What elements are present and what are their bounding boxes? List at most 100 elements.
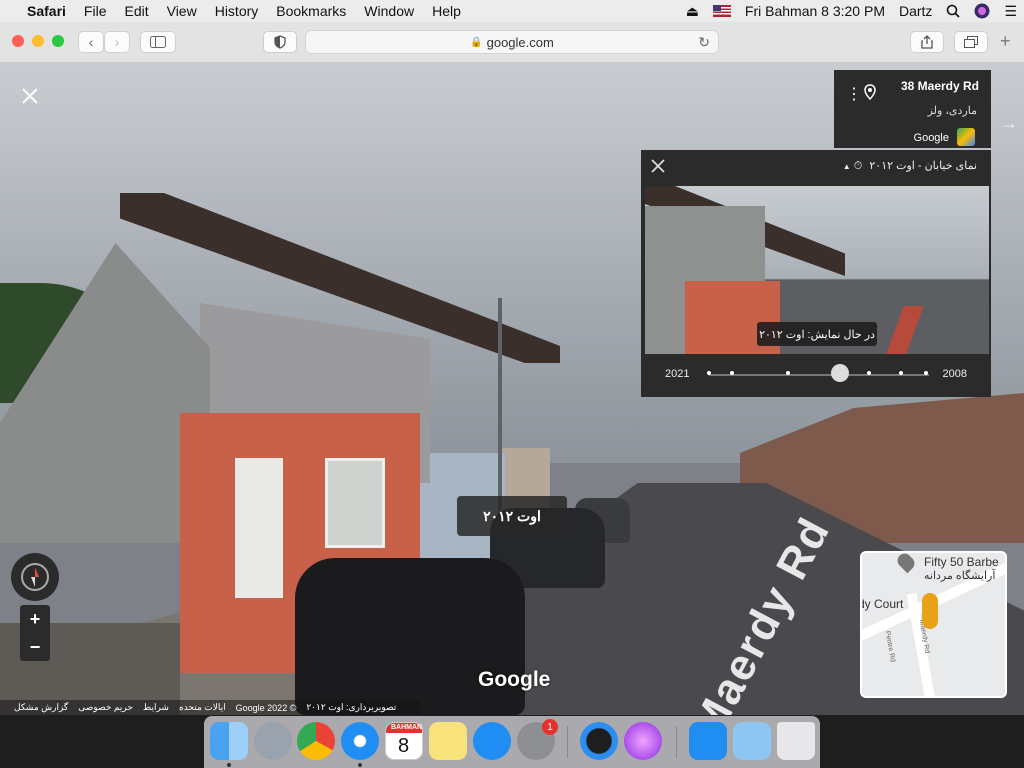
tabs-icon xyxy=(964,36,978,48)
history-icon: ⏱ xyxy=(853,160,863,172)
calendar-icon[interactable]: BAHMAN 8 xyxy=(385,722,423,760)
caret-up-icon: ▲ xyxy=(842,162,851,171)
timeline-track[interactable] xyxy=(709,374,929,376)
address-card: ⋮ 38 Maerdy Rd ماردی، ولز Google xyxy=(834,70,991,148)
chrome-icon[interactable] xyxy=(297,722,335,760)
finder-icon[interactable] xyxy=(210,722,248,760)
compass-icon xyxy=(21,563,49,591)
shield-icon xyxy=(274,35,286,49)
tab-overview-button[interactable] xyxy=(954,31,988,53)
running-indicator xyxy=(227,763,231,767)
minimize-window-button[interactable] xyxy=(32,35,44,47)
scene-window xyxy=(325,458,385,548)
close-time-machine-button[interactable] xyxy=(651,156,665,179)
app-store-icon[interactable] xyxy=(473,722,511,760)
arrow-right-icon[interactable]: → xyxy=(1000,113,1018,134)
street-view-panorama[interactable]: Maerdy Rd اوت ۲۰۱۲ Google + − تصویربردار… xyxy=(0,63,1024,715)
siri-icon[interactable] xyxy=(967,3,997,19)
running-indicator xyxy=(358,763,362,767)
flag-icon[interactable] xyxy=(706,5,738,17)
dock: BAHMAN 8 xyxy=(204,716,820,768)
safari-icon[interactable] xyxy=(341,722,379,760)
scene-lamppost xyxy=(498,298,502,528)
more-options-icon[interactable]: ⋮ xyxy=(846,84,862,104)
forward-button[interactable]: › xyxy=(104,31,130,53)
notification-badge: 1 xyxy=(542,719,558,735)
timeline-stop[interactable] xyxy=(786,371,790,375)
time-machine-tooltip: در حال نمایش: اوت ۲۰۱۲ xyxy=(757,322,877,346)
menu-user[interactable]: Dartz xyxy=(892,3,939,19)
map-pin-icon[interactable] xyxy=(894,553,918,574)
lock-icon: 🔒 xyxy=(470,36,483,48)
menu-clock[interactable]: Fri Bahman 8 3:20 PM xyxy=(738,3,892,19)
map-footer: تصویربرداری: اوت ۲۰۱۲ © 2022 Google ایال… xyxy=(0,700,420,715)
google-maps-icon[interactable] xyxy=(957,128,975,146)
notes-icon[interactable] xyxy=(429,722,467,760)
eject-icon[interactable]: ⏏ xyxy=(679,3,706,20)
timeline-stop[interactable] xyxy=(867,371,871,375)
menu-history[interactable]: History xyxy=(206,3,268,19)
chevron-left-icon: ‹ xyxy=(88,34,94,50)
browser-toolbar: ‹ › 🔒 google.com ↻ + xyxy=(0,22,1024,63)
scene-door xyxy=(235,458,283,598)
zoom-out-button[interactable]: − xyxy=(30,637,41,658)
menu-help[interactable]: Help xyxy=(423,3,470,19)
address-bar[interactable]: 🔒 google.com ↻ xyxy=(305,30,719,54)
zoom-in-button[interactable]: + xyxy=(30,609,41,630)
menu-window[interactable]: Window xyxy=(355,3,423,19)
menu-app-safari[interactable]: Safari xyxy=(18,3,75,19)
reload-icon[interactable]: ↻ xyxy=(698,34,710,51)
share-button[interactable] xyxy=(910,31,944,53)
footer-copyright: © 2022 Google xyxy=(235,702,297,713)
sidebar-toggle-button[interactable] xyxy=(140,31,176,53)
sidebar-icon xyxy=(150,36,166,48)
zoom-controls: + − xyxy=(20,605,50,661)
app-store-folder-icon[interactable] xyxy=(689,722,727,760)
plus-icon: + xyxy=(1000,31,1011,51)
menu-view[interactable]: View xyxy=(158,3,206,19)
footer-terms[interactable]: شرایط xyxy=(143,702,169,713)
date-overlay: اوت ۲۰۱۲ xyxy=(457,496,567,536)
launchpad-icon[interactable] xyxy=(254,722,292,760)
menu-file[interactable]: File xyxy=(75,3,116,19)
footer-privacy[interactable]: حریم خصوصی xyxy=(78,702,133,713)
year-end-label: 2008 xyxy=(942,368,967,380)
menu-bookmarks[interactable]: Bookmarks xyxy=(267,3,355,19)
pegman-icon[interactable] xyxy=(922,593,938,629)
timeline-slider-handle[interactable] xyxy=(831,364,849,382)
minimap[interactable]: Fifty 50 Barbe آرایشگاه مردانه rdy Court… xyxy=(860,551,1007,698)
time-machine-title[interactable]: نمای خیابان - اوت ۲۰۱۲ ⏱ ▲ xyxy=(843,159,977,173)
close-window-button[interactable] xyxy=(12,35,24,47)
timeline-stop[interactable] xyxy=(899,371,903,375)
calendar-month: BAHMAN xyxy=(391,724,423,731)
timeline-stop[interactable] xyxy=(730,371,734,375)
location-pin-icon[interactable] xyxy=(864,84,876,105)
back-button[interactable]: ‹ xyxy=(78,31,104,53)
close-street-view-button[interactable] xyxy=(22,83,38,111)
compass-button[interactable] xyxy=(11,553,59,601)
year-start-label: 2021 xyxy=(665,368,690,380)
new-tab-button[interactable]: + xyxy=(1000,31,1011,52)
zoom-window-button[interactable] xyxy=(52,35,64,47)
google-maps-link[interactable]: Google xyxy=(914,132,949,144)
menu-edit[interactable]: Edit xyxy=(115,3,157,19)
google-watermark: Google xyxy=(478,668,551,691)
timeline-stop[interactable] xyxy=(924,371,928,375)
trash-icon[interactable] xyxy=(777,722,815,760)
downloads-folder-icon[interactable] xyxy=(733,722,771,760)
quicktime-icon[interactable] xyxy=(580,722,618,760)
calendar-day: 8 xyxy=(398,735,410,757)
address-subtitle: ماردی، ولز xyxy=(927,105,977,117)
timeline-stop[interactable] xyxy=(707,371,711,375)
time-machine-panel: نمای خیابان - اوت ۲۰۱۲ ⏱ ▲ در حال نمایش:… xyxy=(641,150,991,397)
url-text: google.com xyxy=(486,34,554,50)
flask-app-icon[interactable] xyxy=(624,722,662,760)
notification-center-icon[interactable]: ☰ xyxy=(997,3,1024,20)
search-icon[interactable] xyxy=(939,4,967,18)
minimap-place-label: rdy Court xyxy=(862,597,904,611)
time-machine-title-text: نمای خیابان - اوت ۲۰۱۲ xyxy=(869,160,977,172)
privacy-shield-button[interactable] xyxy=(263,31,297,53)
share-icon xyxy=(921,35,933,49)
footer-report[interactable]: گزارش مشکل xyxy=(14,702,68,713)
footer-region[interactable]: ایالات متحده xyxy=(179,702,226,713)
